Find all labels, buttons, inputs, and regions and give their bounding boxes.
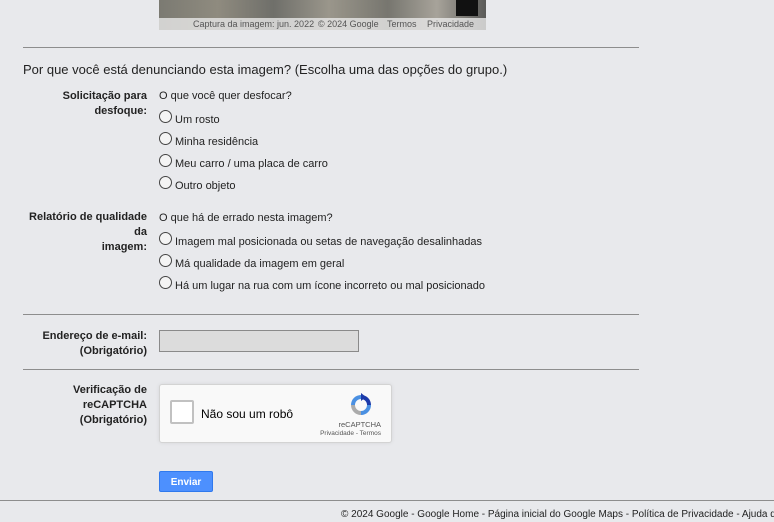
email-field[interactable] <box>159 330 359 352</box>
report-question: Por que você está denunciando esta image… <box>23 62 508 77</box>
email-label-line1: Endereço de e-mail: <box>42 330 147 342</box>
quality-prompt: O que há de errado nesta imagem? <box>159 212 333 224</box>
option-misplaced-image[interactable]: Imagem mal posicionada ou setas de naveg… <box>159 232 482 249</box>
capture-date: Captura da imagem: jun. 2022 <box>193 19 315 29</box>
blur-request-label: Solicitação para desfoque: <box>23 89 147 119</box>
quality-report-label: Relatório de qualidade da imagem: <box>23 210 147 255</box>
option-face[interactable]: Um rosto <box>159 110 220 127</box>
radio-button[interactable] <box>159 154 172 167</box>
street-view-image: Captura da imagem: jun. 2022 © 2024 Goog… <box>159 0 486 30</box>
radio-button[interactable] <box>159 276 172 289</box>
blur-label-line1: Solicitação para <box>62 90 147 102</box>
recaptcha-label-line3: (Obrigatório) <box>79 414 147 426</box>
recaptcha-brand: reCAPTCHA <box>338 420 381 429</box>
image-dark-area <box>456 0 478 16</box>
radio-button[interactable] <box>159 232 172 245</box>
recaptcha-checkbox[interactable] <box>170 400 194 424</box>
option-label: Meu carro / uma placa de carro <box>175 158 328 170</box>
radio-button[interactable] <box>159 254 172 267</box>
option-car-plate[interactable]: Meu carro / uma placa de carro <box>159 154 328 171</box>
option-label: Má qualidade da imagem em geral <box>175 258 345 270</box>
option-label: Imagem mal posicionada ou setas de naveg… <box>175 236 482 248</box>
radio-button[interactable] <box>159 132 172 145</box>
divider <box>23 369 639 370</box>
option-wrong-icon[interactable]: Há um lugar na rua com um ícone incorret… <box>159 276 485 293</box>
image-privacy-link[interactable]: Privacidade <box>427 18 474 30</box>
footer-links[interactable]: © 2024 Google - Google Home - Página ini… <box>341 509 774 520</box>
radio-button[interactable] <box>159 176 172 189</box>
recaptcha-widget: Não sou um robô reCAPTCHA Privacidade - … <box>159 384 392 443</box>
option-other-object[interactable]: Outro objeto <box>159 176 236 193</box>
recaptcha-checkbox-label: Não sou um robô <box>201 407 294 421</box>
option-residence[interactable]: Minha residência <box>159 132 259 149</box>
option-poor-quality[interactable]: Má qualidade da imagem em geral <box>159 254 345 271</box>
recaptcha-links[interactable]: Privacidade - Termos <box>320 430 381 437</box>
recaptcha-label-line2: reCAPTCHA <box>82 399 147 411</box>
email-label: Endereço de e-mail: (Obrigatório) <box>23 329 147 359</box>
quality-label-line1: Relatório de qualidade da <box>29 211 147 238</box>
blur-label-line2: desfoque: <box>94 105 147 117</box>
option-label: Minha residência <box>175 136 259 148</box>
option-label: Outro objeto <box>175 180 236 192</box>
footer-divider <box>0 500 774 501</box>
blur-prompt: O que você quer desfocar? <box>159 90 292 102</box>
divider <box>23 314 639 315</box>
recaptcha-label-line1: Verificação de <box>73 384 147 396</box>
submit-button[interactable]: Enviar <box>159 471 213 492</box>
option-label: Um rosto <box>175 114 220 126</box>
radio-button[interactable] <box>159 110 172 123</box>
recaptcha-logo-icon <box>351 393 371 415</box>
image-copyright: © 2024 Google <box>318 19 379 29</box>
image-terms-link[interactable]: Termos <box>387 18 417 30</box>
divider <box>23 47 639 48</box>
quality-label-line2: imagem: <box>101 241 147 253</box>
image-caption-bar: Captura da imagem: jun. 2022 © 2024 Goog… <box>159 18 486 30</box>
email-label-line2: (Obrigatório) <box>79 345 147 357</box>
recaptcha-label: Verificação de reCAPTCHA (Obrigatório) <box>23 383 147 428</box>
option-label: Há um lugar na rua com um ícone incorret… <box>175 280 485 292</box>
